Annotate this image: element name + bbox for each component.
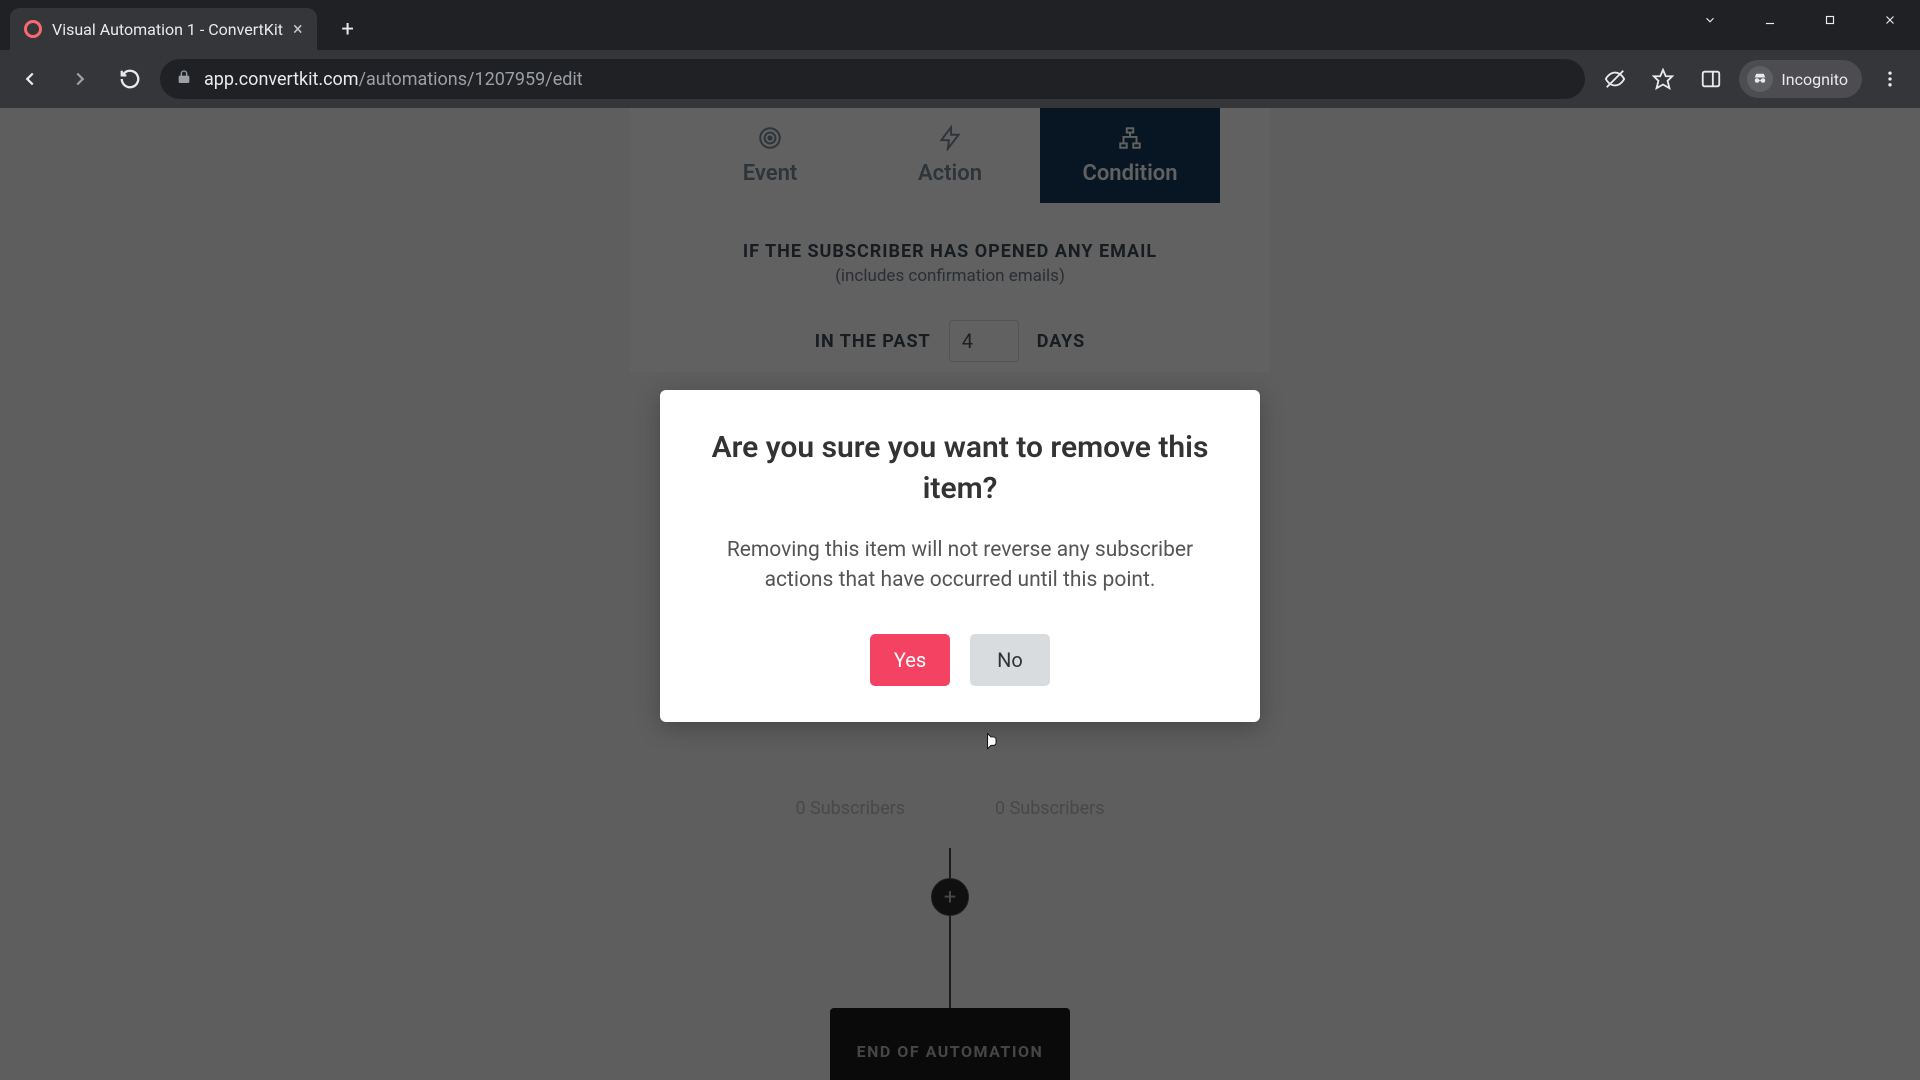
forward-button[interactable] bbox=[60, 59, 100, 99]
browser-tab[interactable]: Visual Automation 1 - ConvertKit × bbox=[10, 8, 317, 50]
tab-title: Visual Automation 1 - ConvertKit bbox=[52, 20, 283, 39]
incognito-label: Incognito bbox=[1781, 70, 1848, 89]
incognito-icon bbox=[1747, 66, 1773, 92]
new-tab-button[interactable]: + bbox=[331, 12, 365, 46]
confirm-remove-modal: Are you sure you want to remove this ite… bbox=[660, 390, 1260, 722]
eye-off-icon[interactable] bbox=[1595, 59, 1635, 99]
minimize-icon[interactable] bbox=[1740, 0, 1800, 40]
bookmark-star-icon[interactable] bbox=[1643, 59, 1683, 99]
address-bar: app.convertkit.com/automations/1207959/e… bbox=[0, 50, 1920, 108]
favicon-icon bbox=[24, 20, 42, 38]
reload-button[interactable] bbox=[110, 59, 150, 99]
incognito-chip[interactable]: Incognito bbox=[1739, 60, 1862, 98]
window-controls bbox=[1680, 0, 1920, 40]
url-input[interactable]: app.convertkit.com/automations/1207959/e… bbox=[160, 59, 1585, 99]
back-button[interactable] bbox=[10, 59, 50, 99]
browser-tab-strip: Visual Automation 1 - ConvertKit × + bbox=[0, 0, 1920, 50]
maximize-icon[interactable] bbox=[1800, 0, 1860, 40]
tabs-dropdown-icon[interactable] bbox=[1680, 0, 1740, 40]
side-panel-icon[interactable] bbox=[1691, 59, 1731, 99]
no-button[interactable]: No bbox=[970, 634, 1050, 686]
modal-title: Are you sure you want to remove this ite… bbox=[696, 428, 1224, 509]
page-viewport: Event Action Condition IF THE SUBSCRIBER… bbox=[0, 108, 1920, 1080]
close-window-icon[interactable] bbox=[1860, 0, 1920, 40]
yes-button[interactable]: Yes bbox=[870, 634, 950, 686]
url-text: app.convertkit.com/automations/1207959/e… bbox=[204, 69, 583, 90]
kebab-menu-icon[interactable] bbox=[1870, 59, 1910, 99]
lock-icon bbox=[176, 69, 192, 89]
close-tab-icon[interactable]: × bbox=[293, 19, 303, 40]
modal-body: Removing this item will not reverse any … bbox=[696, 535, 1224, 596]
